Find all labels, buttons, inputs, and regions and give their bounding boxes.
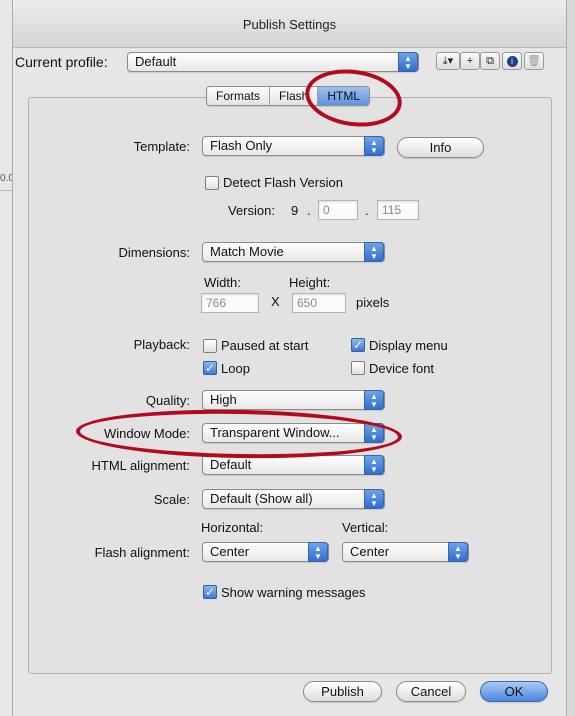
publish-button[interactable]: Publish (303, 681, 382, 702)
select-arrows-icon: ▲ ▼ (398, 52, 418, 72)
background-divider (0, 190, 12, 191)
width-label: Width: (204, 275, 241, 290)
cancel-button[interactable]: Cancel (396, 681, 466, 702)
title-bar: Publish Settings (13, 0, 566, 48)
background-window-fragment: 0.0s (0, 0, 19, 716)
version-dot: . (307, 203, 311, 218)
scale-label: Scale: (153, 492, 190, 507)
html-alignment-value: Default (210, 457, 252, 472)
width-field[interactable]: 766 (201, 293, 259, 313)
dimensions-label: Dimensions: (118, 245, 190, 260)
device-font-label: Device font (369, 361, 435, 376)
horizontal-alignment-value: Center (210, 544, 250, 559)
dimensions-value: Match Movie (210, 244, 284, 259)
select-arrows-icon: ▲ ▼ (308, 542, 328, 562)
profile-info-icon[interactable]: i (502, 52, 522, 70)
vertical-label: Vertical: (342, 520, 389, 535)
pixels-label: pixels (356, 295, 390, 310)
add-profile-icon[interactable]: + (460, 52, 480, 70)
loop-checkbox[interactable]: ✓ (203, 361, 217, 375)
detect-flash-label: Detect Flash Version (223, 175, 343, 190)
paused-at-start-checkbox[interactable] (203, 339, 217, 353)
quality-value: High (210, 392, 237, 407)
html-alignment-label: HTML alignment: (91, 458, 191, 473)
current-profile-label: Current profile: (15, 54, 108, 70)
current-profile-select[interactable]: Default ▲ ▼ (127, 52, 419, 72)
quality-label: Quality: (145, 393, 190, 408)
info-button[interactable]: Info (397, 137, 484, 158)
version-minor-field[interactable]: 0 (318, 200, 358, 220)
playback-label: Playback: (133, 337, 190, 352)
horizontal-alignment-select[interactable]: Center ▲ ▼ (202, 542, 329, 562)
select-arrows-icon: ▲ ▼ (448, 542, 468, 562)
device-font-checkbox[interactable] (351, 361, 365, 375)
flash-alignment-label: Flash alignment: (94, 545, 190, 560)
current-profile-value: Default (135, 54, 177, 69)
scale-value: Default (Show all) (210, 491, 313, 506)
vertical-alignment-select[interactable]: Center ▲ ▼ (342, 542, 469, 562)
html-alignment-select[interactable]: Default ▲ ▼ (202, 455, 385, 475)
show-warnings-checkbox[interactable]: ✓ (203, 585, 217, 599)
version-dot: . (365, 203, 369, 218)
version-label: Version: (228, 203, 275, 218)
window-title: Publish Settings (242, 17, 337, 32)
scale-select[interactable]: Default (Show all) ▲ ▼ (202, 489, 385, 509)
detect-flash-checkbox[interactable] (205, 176, 219, 190)
duplicate-profile-icon[interactable]: ⧉ (480, 52, 500, 70)
select-arrows-icon: ▲ ▼ (364, 455, 384, 475)
dimensions-select[interactable]: Match Movie ▲ ▼ (202, 242, 385, 262)
tab-formats[interactable]: Formats (207, 87, 271, 105)
delete-profile-icon[interactable]: 🗑 (524, 52, 544, 70)
select-arrows-icon: ▲ ▼ (364, 390, 384, 410)
publish-settings-dialog: Publish Settings (12, 0, 567, 716)
display-menu-checkbox[interactable]: ✓ (351, 338, 365, 352)
ok-button[interactable]: OK (480, 681, 548, 702)
template-value: Flash Only (210, 138, 273, 153)
paused-at-start-label: Paused at start (221, 338, 309, 353)
quality-select[interactable]: High ▲ ▼ (202, 390, 385, 410)
select-arrows-icon: ▲ ▼ (364, 242, 384, 262)
select-arrows-icon: ▲ ▼ (364, 136, 384, 156)
import-export-icon[interactable]: ⤓▾ (436, 52, 460, 70)
version-major: 9 (291, 203, 299, 218)
height-field[interactable]: 650 (292, 293, 346, 313)
template-label: Template: (133, 139, 190, 154)
height-label: Height: (289, 275, 331, 290)
show-warnings-label: Show warning messages (221, 585, 366, 600)
loop-label: Loop (221, 361, 250, 376)
dimensions-x-label: X (271, 294, 280, 309)
display-menu-label: Display menu (369, 338, 448, 353)
version-revision-field[interactable]: 115 (377, 200, 419, 220)
template-select[interactable]: Flash Only ▲ ▼ (202, 136, 385, 156)
horizontal-label: Horizontal: (201, 520, 264, 535)
vertical-alignment-value: Center (350, 544, 390, 559)
select-arrows-icon: ▲ ▼ (364, 489, 384, 509)
